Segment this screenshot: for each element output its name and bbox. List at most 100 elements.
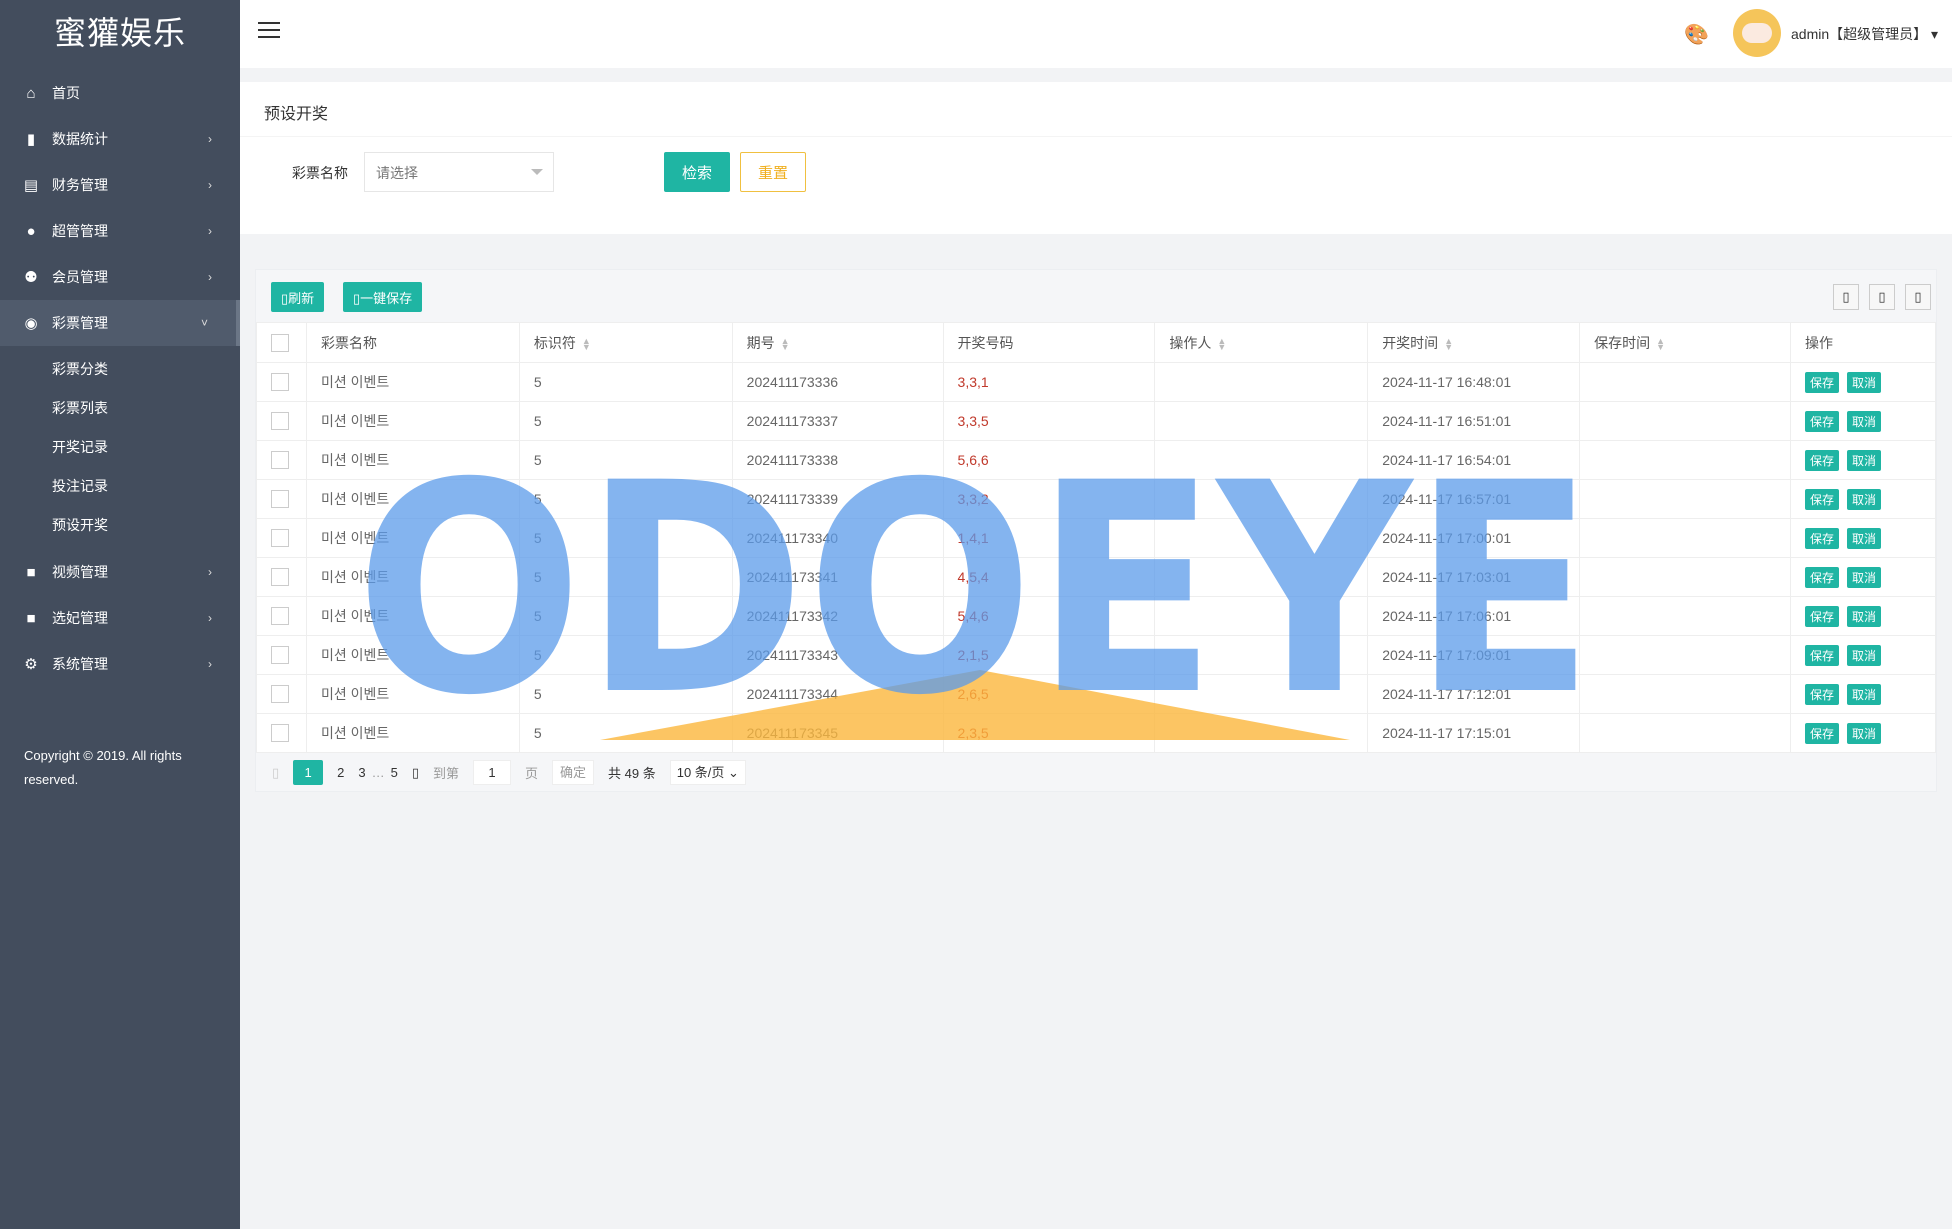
sidebar-item-concubine[interactable]: ■ 选妃管理 ›: [0, 595, 240, 641]
cancel-button[interactable]: 取消: [1846, 644, 1881, 666]
save-button[interactable]: 保存: [1804, 566, 1839, 588]
filter-card: 预设开奖 彩票名称 请选择 检索 重置: [240, 82, 1952, 234]
save-button[interactable]: 保存: [1804, 488, 1839, 510]
col-period[interactable]: 期号 ▲ ▼: [731, 322, 944, 363]
page-5[interactable]: 5: [391, 765, 398, 780]
row-checkbox[interactable]: [271, 451, 289, 470]
sort-icon[interactable]: ▲ ▼: [582, 336, 591, 351]
row-checkbox[interactable]: [271, 373, 289, 392]
cancel-button[interactable]: 取消: [1846, 410, 1881, 432]
cancel-button[interactable]: 取消: [1846, 527, 1881, 549]
cell-numbers[interactable]: 3,3,1: [942, 362, 1156, 402]
col-identifier[interactable]: 标识符 ▲ ▼: [518, 322, 733, 363]
row-checkbox[interactable]: [271, 412, 289, 431]
print-icon[interactable]: ▯: [1905, 284, 1931, 310]
page-3[interactable]: 3: [358, 765, 365, 780]
gamepad-icon: ◉: [24, 315, 38, 332]
cell-numbers[interactable]: 5,4,6: [942, 596, 1156, 636]
cell-numbers[interactable]: 4,5,4: [942, 557, 1156, 597]
cell-name: 미션 이벤트: [305, 713, 520, 753]
sidebar-item-system[interactable]: ⚙ 系统管理 ›: [0, 641, 240, 687]
sidebar: 蜜獾娱乐 ⌂ 首页 ▮ 数据统计 › ▤ 财务管理 › ● 超管管理 › ⚉ 会员管理 › ◉ 彩票…: [0, 0, 240, 1229]
menu-icon[interactable]: [258, 22, 280, 40]
cell-numbers[interactable]: 2,3,5: [942, 713, 1156, 753]
sidebar-subitem-preset-draw[interactable]: 预设开奖: [0, 506, 240, 545]
sidebar-item-finance[interactable]: ▤ 财务管理 ›: [0, 162, 240, 208]
palette-icon[interactable]: 🎨: [1684, 22, 1709, 47]
save-button[interactable]: 保存: [1804, 683, 1839, 705]
export-icon[interactable]: ▯: [1869, 284, 1895, 310]
row-checkbox[interactable]: [271, 490, 289, 509]
columns-icon[interactable]: ▯: [1833, 284, 1859, 310]
col-draw-time[interactable]: 开奖时间 ▲ ▼: [1367, 322, 1581, 363]
cell-numbers[interactable]: 2,1,5: [942, 635, 1156, 675]
cancel-button[interactable]: 取消: [1846, 566, 1881, 588]
sidebar-subitem-category[interactable]: 彩票分类: [0, 350, 240, 389]
cancel-button[interactable]: 取消: [1846, 605, 1881, 627]
row-checkbox[interactable]: [271, 607, 289, 626]
sidebar-subitem-bet-records[interactable]: 投注记录: [0, 467, 240, 506]
cell-period: 202411173345: [731, 713, 944, 753]
cell-numbers[interactable]: 3,3,5: [942, 401, 1156, 441]
sort-icon[interactable]: ▲ ▼: [781, 336, 790, 351]
save-all-button[interactable]: ▯一键保存: [343, 282, 423, 312]
sidebar-item-lottery[interactable]: ◉ 彩票管理 ˅: [0, 300, 240, 346]
save-button[interactable]: 保存: [1804, 371, 1839, 393]
cell-numbers[interactable]: 1,4,1: [942, 518, 1156, 558]
select-all-checkbox[interactable]: [271, 333, 289, 352]
cancel-button[interactable]: 取消: [1846, 722, 1881, 744]
cell-period: 202411173343: [731, 635, 944, 675]
sort-icon[interactable]: ▲ ▼: [1444, 336, 1453, 351]
save-button[interactable]: 保存: [1804, 527, 1839, 549]
sidebar-item-video[interactable]: ■ 视频管理 ›: [0, 549, 240, 595]
sidebar-item-label: 彩票管理: [52, 315, 108, 331]
sort-icon[interactable]: ▲ ▼: [1656, 336, 1665, 351]
row-checkbox[interactable]: [271, 529, 289, 548]
sort-icon[interactable]: ▲ ▼: [1217, 336, 1226, 351]
save-button[interactable]: 保存: [1804, 410, 1839, 432]
row-checkbox[interactable]: [271, 685, 289, 704]
prev-page-icon[interactable]: ▯: [272, 765, 279, 781]
cancel-button[interactable]: 取消: [1846, 371, 1881, 393]
sidebar-item-stats[interactable]: ▮ 数据统计 ›: [0, 116, 240, 162]
next-page-icon[interactable]: ▯: [412, 765, 419, 781]
cell-numbers[interactable]: 2,6,5: [942, 674, 1156, 714]
gear-icon: ⚙: [24, 656, 38, 673]
cancel-button[interactable]: 取消: [1846, 449, 1881, 471]
page-input[interactable]: 1: [473, 760, 512, 785]
row-checkbox[interactable]: [271, 568, 289, 587]
save-button[interactable]: 保存: [1804, 605, 1839, 627]
avatar[interactable]: [1733, 9, 1781, 57]
cell-operator: [1154, 596, 1369, 636]
pagination: ▯ 1 2 3 … 5 ▯ 到第 1 页 确定 共 49 条 10 条/页 ⌄: [272, 760, 760, 785]
confirm-page-button[interactable]: 确定: [552, 760, 595, 785]
page-2[interactable]: 2: [337, 765, 344, 780]
cell-numbers[interactable]: 3,3,2: [942, 479, 1156, 519]
lottery-name-select[interactable]: 请选择: [364, 152, 554, 192]
refresh-button[interactable]: ▯刷新: [271, 282, 325, 312]
reset-button[interactable]: 重置: [740, 152, 806, 192]
cell-numbers[interactable]: 5,6,6: [942, 440, 1156, 480]
row-checkbox[interactable]: [271, 646, 289, 665]
page-1[interactable]: 1: [293, 760, 324, 785]
chevron-right-icon: ›: [208, 224, 212, 238]
sidebar-subitem-list[interactable]: 彩票列表: [0, 389, 240, 428]
sidebar-item-members[interactable]: ⚉ 会员管理 ›: [0, 254, 240, 300]
cancel-button[interactable]: 取消: [1846, 488, 1881, 510]
cancel-button[interactable]: 取消: [1846, 683, 1881, 705]
sidebar-item-admin[interactable]: ● 超管管理 ›: [0, 208, 240, 254]
save-button[interactable]: 保存: [1804, 644, 1839, 666]
save-button[interactable]: 保存: [1804, 449, 1839, 471]
goto-label: 到第: [433, 766, 460, 781]
sidebar-item-home[interactable]: ⌂ 首页: [0, 70, 240, 116]
caret-down-icon: ▾: [1931, 26, 1939, 42]
user-menu[interactable]: admin【超级管理员】 ▾: [1791, 24, 1938, 44]
col-numbers: 开奖号码: [942, 322, 1156, 363]
col-operator[interactable]: 操作人 ▲ ▼: [1154, 322, 1369, 363]
search-button[interactable]: 检索: [664, 152, 730, 192]
save-button[interactable]: 保存: [1804, 722, 1839, 744]
row-checkbox[interactable]: [271, 724, 289, 743]
col-save-time[interactable]: 保存时间 ▲ ▼: [1579, 322, 1791, 363]
sidebar-subitem-draw-records[interactable]: 开奖记录: [0, 428, 240, 467]
per-page-select[interactable]: 10 条/页 ⌄: [669, 760, 746, 785]
